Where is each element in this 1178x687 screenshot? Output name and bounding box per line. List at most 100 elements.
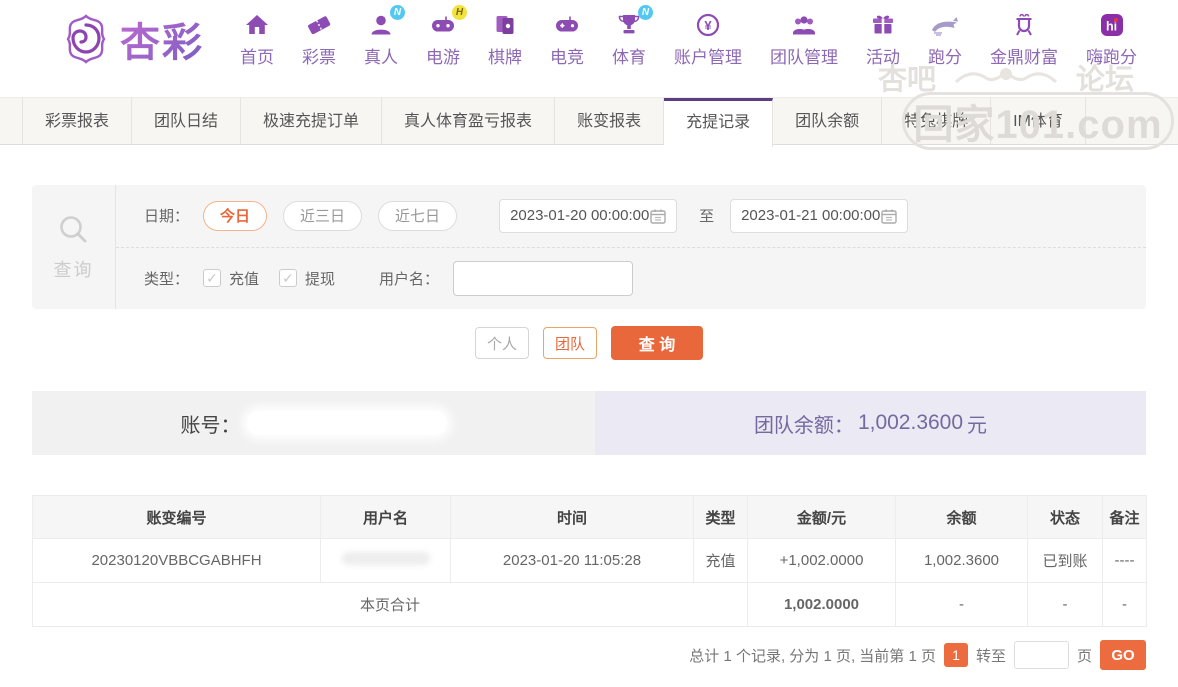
nav-label: 账户管理 — [674, 43, 742, 68]
cell-amount: +1,002.0000 — [748, 539, 896, 583]
team-button[interactable]: 团队 — [543, 327, 597, 359]
username-redacted — [342, 552, 430, 565]
pagination-summary: 总计 1 个记录, 分为 1 页, 当前第 1 页 — [689, 645, 936, 666]
nav-item-card-games[interactable]: 棋牌 — [474, 10, 536, 68]
nav-item-jinding-wealth[interactable]: 金鼎财富 — [976, 10, 1072, 68]
nav-item-promotions[interactable]: 活动 — [852, 10, 914, 68]
col-username: 用户名 — [321, 496, 451, 539]
tab-account-changes[interactable]: 账变报表 — [555, 98, 664, 144]
calendar-icon — [881, 208, 897, 224]
date-from-value: 2023-01-20 00:00:00 — [510, 207, 649, 224]
main-nav: 首页 彩票 N 真人 H 电游 — [226, 10, 1151, 68]
ticket-icon — [306, 12, 332, 38]
date-filter-row: 日期： 今日 近三日 近七日 2023-01-20 00:00:00 至 202… — [116, 185, 1146, 248]
checkbox-deposit[interactable]: 充值 — [203, 268, 259, 289]
tab-lottery-report[interactable]: 彩票报表 — [22, 98, 132, 144]
cell-remark: ---- — [1103, 539, 1147, 583]
top-navigation: 杏彩 首页 彩票 N 真人 H — [0, 0, 1178, 78]
brand-name: 杏彩 — [120, 10, 204, 68]
nav-label: 电游 — [426, 43, 460, 68]
col-amount: 金额/元 — [748, 496, 896, 539]
nav-item-esports[interactable]: 电竞 — [536, 10, 598, 68]
tab-im-sports[interactable]: IM体育 — [991, 98, 1086, 144]
team-balance-value: 1,002.3600 — [858, 411, 963, 435]
nav-item-paofen[interactable]: 跑分 — [914, 10, 976, 68]
nav-item-slots[interactable]: H 电游 — [412, 10, 474, 68]
svg-text:¥: ¥ — [704, 18, 712, 33]
tab-team-daily[interactable]: 团队日结 — [132, 98, 241, 144]
tab-bar: 彩票报表 团队日结 极速充提订单 真人体育盈亏报表 账变报表 充提记录 团队余额… — [0, 97, 1178, 145]
people-icon — [791, 12, 817, 38]
filter-rows: 日期： 今日 近三日 近七日 2023-01-20 00:00:00 至 202… — [116, 185, 1146, 309]
nav-label: 跑分 — [928, 43, 962, 68]
date-to-input[interactable]: 2023-01-21 00:00:00 — [730, 199, 908, 233]
col-remark: 备注 — [1103, 496, 1147, 539]
filter-panel: 查询 日期： 今日 近三日 近七日 2023-01-20 00:00:00 至 … — [32, 185, 1146, 309]
date-to-label: 至 — [699, 205, 714, 226]
nav-item-team-management[interactable]: 团队管理 — [756, 10, 852, 68]
ding-cauldron-icon — [1011, 12, 1037, 38]
cell-time: 2023-01-20 11:05:28 — [451, 539, 694, 583]
nav-item-lottery[interactable]: 彩票 — [288, 10, 350, 68]
esports-gamepad-icon — [554, 12, 580, 38]
cell-balance: 1,002.3600 — [896, 539, 1028, 583]
tab-team-balance[interactable]: 团队余额 — [773, 98, 882, 144]
username-input[interactable] — [453, 261, 633, 296]
date-to-value: 2023-01-21 00:00:00 — [741, 207, 880, 224]
nav-item-live-dealer[interactable]: N 真人 — [350, 10, 412, 68]
nav-label: 棋牌 — [488, 43, 522, 68]
quick-range-today[interactable]: 今日 — [203, 201, 267, 231]
col-type: 类型 — [694, 496, 748, 539]
cell-username — [321, 539, 451, 583]
cell-status: 已到账 — [1028, 539, 1103, 583]
summary-amount: 1,002.0000 — [748, 583, 896, 627]
nav-label: 电竞 — [550, 43, 584, 68]
nav-item-sports[interactable]: N 体育 — [598, 10, 660, 68]
logo-flower-icon — [60, 13, 112, 65]
page-1-button[interactable]: 1 — [944, 643, 968, 667]
nav-item-home[interactable]: 首页 — [226, 10, 288, 68]
nav-label: 金鼎财富 — [990, 43, 1058, 68]
nav-item-account-management[interactable]: ¥ 账户管理 — [660, 10, 756, 68]
go-button[interactable]: GO — [1100, 640, 1146, 670]
type-filter-row: 类型： 充值 提现 用户名： — [116, 248, 1146, 310]
tab-live-sports-pl[interactable]: 真人体育盈亏报表 — [382, 98, 555, 144]
quick-range-7days[interactable]: 近七日 — [378, 201, 457, 231]
date-label: 日期： — [144, 205, 189, 226]
quick-range-3days[interactable]: 近三日 — [283, 201, 362, 231]
account-bar: 账号： 团队余额： 1,002.3600 元 — [32, 391, 1146, 455]
rhino-run-icon — [930, 12, 960, 38]
nav-label: 团队管理 — [770, 43, 838, 68]
nav-item-hi-paofen[interactable]: hi 嗨跑分 — [1072, 10, 1151, 68]
tab-fast-orders[interactable]: 极速充提订单 — [241, 98, 382, 144]
records-table: 账变编号 用户名 时间 类型 金额/元 余额 状态 备注 20230120VBB… — [32, 495, 1147, 627]
action-buttons: 个人 团队 查 询 — [0, 326, 1178, 360]
search-sidebar-label: 查询 — [54, 256, 94, 282]
team-balance-unit: 元 — [967, 409, 987, 438]
query-button[interactable]: 查 询 — [611, 326, 703, 360]
page-unit-label: 页 — [1077, 645, 1092, 666]
personal-button[interactable]: 个人 — [475, 327, 529, 359]
new-badge: N — [638, 5, 653, 20]
gift-icon — [870, 12, 896, 38]
hi-app-icon: hi — [1099, 12, 1125, 38]
account-number-redacted — [247, 411, 447, 435]
date-from-input[interactable]: 2023-01-20 00:00:00 — [499, 199, 677, 233]
goto-page-input[interactable] — [1014, 641, 1069, 669]
brand-logo[interactable]: 杏彩 — [60, 10, 204, 68]
checkbox-withdraw[interactable]: 提现 — [279, 268, 335, 289]
col-status: 状态 — [1028, 496, 1103, 539]
new-badge: N — [390, 5, 405, 20]
search-sidebar: 查询 — [32, 185, 116, 309]
page: 杏彩 首页 彩票 N 真人 H — [0, 0, 1178, 687]
tab-deposit-withdraw-records[interactable]: 充提记录 — [664, 98, 773, 147]
summary-remark: - — [1103, 583, 1147, 627]
type-label: 类型： — [144, 268, 189, 289]
nav-label: 彩票 — [302, 43, 336, 68]
summary-balance: - — [896, 583, 1028, 627]
col-change-id: 账变编号 — [33, 496, 321, 539]
col-time: 时间 — [451, 496, 694, 539]
checkbox-deposit-label: 充值 — [229, 268, 259, 289]
tab-special-card-games[interactable]: 特兔棋牌 — [882, 98, 991, 144]
search-icon — [55, 212, 93, 250]
